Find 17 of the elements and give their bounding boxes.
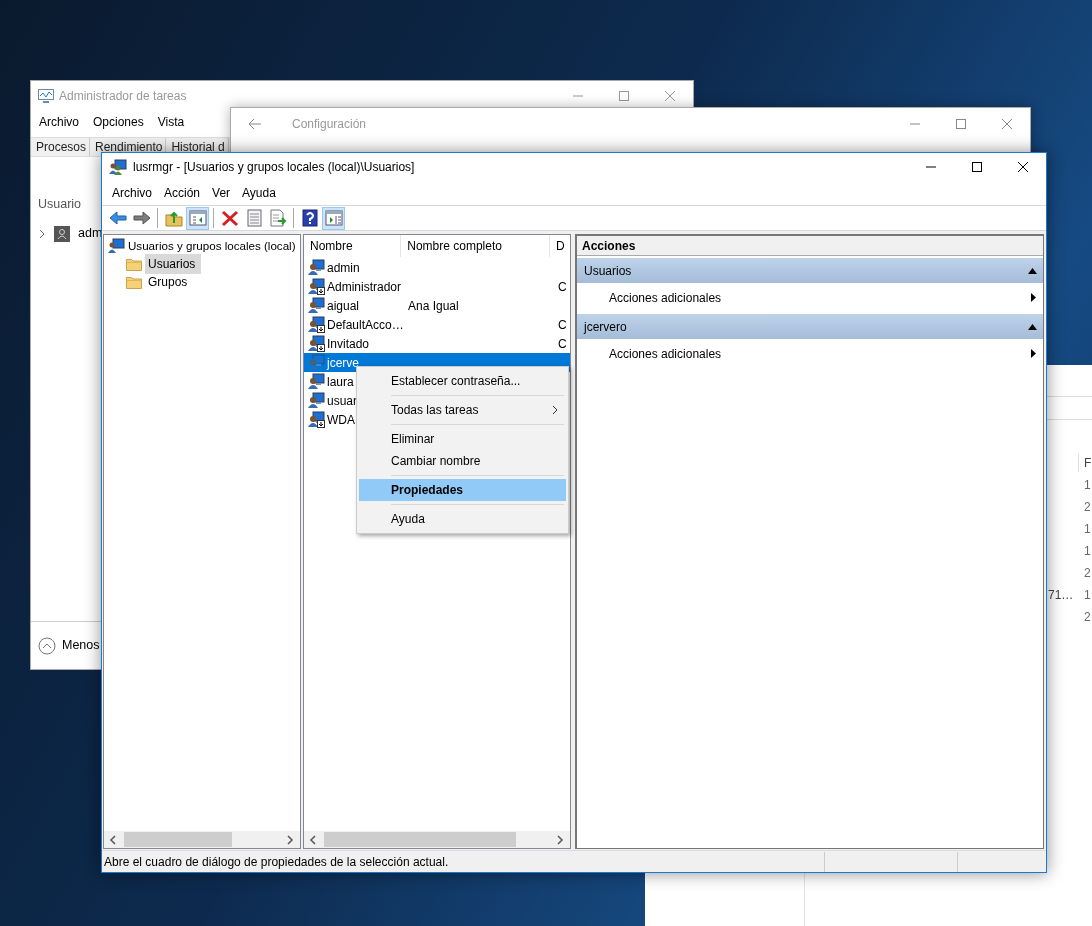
column-header: Usuario xyxy=(37,196,83,213)
status-text: Abre el cuadro de diálogo de propiedades de la selección actual. xyxy=(102,851,825,872)
window-title: Configuración xyxy=(292,116,367,133)
section-title: jcervero xyxy=(584,318,627,336)
section-title: Usuarios xyxy=(584,262,632,280)
column-header: F xyxy=(1078,454,1092,472)
table-cell-text: 1 xyxy=(1083,587,1092,604)
table-cell-text: 2 xyxy=(1083,499,1092,516)
table-cell-text: 1 xyxy=(1083,521,1092,538)
table-cell-text: 2 xyxy=(1083,609,1092,626)
table-cell-text: 1 xyxy=(1083,543,1092,560)
window-title: Administrador de tareas xyxy=(59,88,187,105)
table-cell-text: 71… xyxy=(1048,587,1075,604)
pane-header: Acciones xyxy=(577,236,1043,256)
table-cell-text: 2 xyxy=(1083,565,1092,582)
window-title: lusrmgr - [Usuarios y grupos locales (local)\Usuarios] xyxy=(133,159,415,176)
table-cell-text: 1 xyxy=(1083,477,1092,494)
